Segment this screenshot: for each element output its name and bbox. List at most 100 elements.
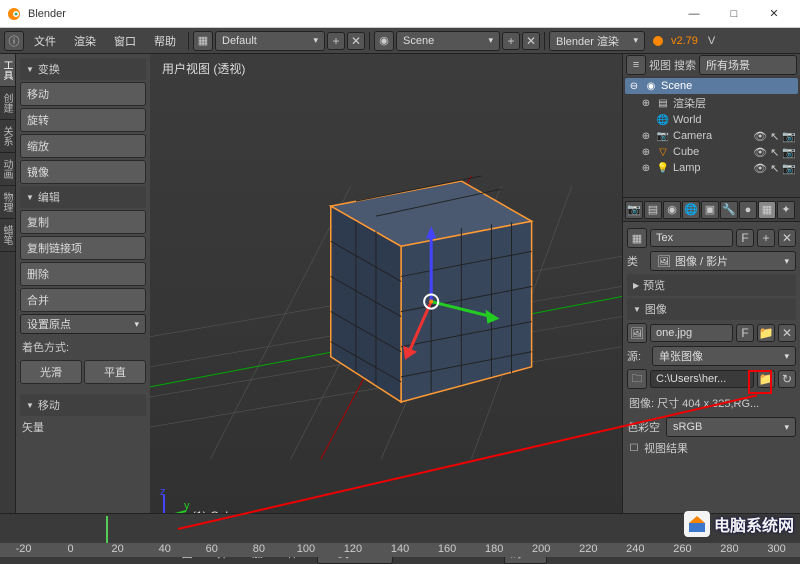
- set-origin-dropdown[interactable]: 设置原点▾: [20, 314, 146, 334]
- prop-tab-world[interactable]: 🌐: [682, 201, 700, 219]
- render-icon[interactable]: 📷: [782, 162, 796, 175]
- filepath-field[interactable]: C:\Users\her...: [650, 370, 754, 388]
- section-transform[interactable]: ▼变换: [20, 58, 146, 80]
- cursor-icon[interactable]: ↖: [770, 130, 779, 143]
- tool-tab-physics[interactable]: 物理: [0, 186, 15, 219]
- section-move[interactable]: ▼移动: [20, 394, 146, 416]
- mirror-button[interactable]: 镜像: [20, 160, 146, 184]
- info-icon[interactable]: ⓘ: [4, 31, 24, 51]
- prop-tab-render[interactable]: 📷: [625, 201, 643, 219]
- fake-user-button[interactable]: F: [736, 229, 754, 247]
- section-image[interactable]: ▼图像: [627, 298, 796, 320]
- eye-icon[interactable]: 👁: [753, 130, 767, 143]
- prop-tab-texture[interactable]: ▦: [758, 201, 776, 219]
- open-image-button[interactable]: 📁: [757, 324, 775, 342]
- section-preview[interactable]: ▶预览: [627, 274, 796, 296]
- cursor-icon[interactable]: ↖: [770, 146, 779, 159]
- tool-tab-grease[interactable]: 蜡笔: [0, 219, 15, 252]
- scene-dropdown[interactable]: Scene▾: [396, 31, 500, 51]
- tree-scene[interactable]: ⊖ ◉ Scene: [625, 78, 798, 94]
- texture-slot-icon[interactable]: ▦: [627, 228, 647, 248]
- tree-world[interactable]: 🌐 World: [625, 112, 798, 128]
- prop-tab-modifier[interactable]: 🔧: [720, 201, 738, 219]
- image-datablock-icon[interactable]: 🖼: [627, 323, 647, 343]
- prop-tab-material[interactable]: ●: [739, 201, 757, 219]
- prop-tab-object[interactable]: ▣: [701, 201, 719, 219]
- copy-link-button[interactable]: 复制链接项: [20, 236, 146, 260]
- 3d-view[interactable]: 用户视图 (透视): [150, 54, 622, 531]
- prop-tab-particle[interactable]: ✦: [777, 201, 795, 219]
- viewport-scene: [150, 54, 622, 531]
- source-dropdown[interactable]: 单张图像▾: [652, 346, 796, 366]
- flat-button[interactable]: 平直: [84, 360, 146, 384]
- timeline[interactable]: -200204060801001201401601802002202402602…: [0, 513, 800, 557]
- playhead[interactable]: [106, 516, 108, 543]
- tree-renderlayers[interactable]: ⊕ ▤ 渲染层: [625, 94, 798, 112]
- layout-remove-button[interactable]: ✕: [347, 32, 365, 50]
- outliner-filter-dropdown[interactable]: 所有场景: [699, 55, 797, 75]
- menu-help[interactable]: 帮助: [146, 30, 184, 52]
- colorspace-dropdown[interactable]: sRGB▾: [666, 417, 796, 437]
- tool-tab-tools[interactable]: 工具: [0, 54, 15, 87]
- layers-icon: ▤: [656, 96, 670, 110]
- tree-camera[interactable]: ⊕ 📷 Camera 👁↖📷: [625, 128, 798, 144]
- eye-icon[interactable]: 👁: [753, 146, 767, 159]
- blender-logo: [6, 6, 22, 22]
- image-fake-user-button[interactable]: F: [736, 324, 754, 342]
- menu-render[interactable]: 渲染: [66, 30, 104, 52]
- maximize-button[interactable]: □: [714, 0, 754, 28]
- section-edit[interactable]: ▼编辑: [20, 186, 146, 208]
- texture-remove-button[interactable]: ✕: [778, 229, 796, 247]
- scene-icon[interactable]: ◉: [374, 31, 394, 51]
- tool-tab-animation[interactable]: 动画: [0, 153, 15, 186]
- merge-button[interactable]: 合并: [20, 288, 146, 312]
- texture-type-dropdown[interactable]: 🖼 图像 / 影片▾: [650, 251, 796, 271]
- unlink-image-button[interactable]: ✕: [778, 324, 796, 342]
- layout-dropdown[interactable]: Default▾: [215, 31, 325, 51]
- plus-icon: ⊕: [639, 129, 653, 143]
- filepath-icon[interactable]: 🗀: [627, 369, 647, 389]
- delete-button[interactable]: 删除: [20, 262, 146, 286]
- layout-icon[interactable]: ▦: [193, 31, 213, 51]
- camera-icon: 📷: [656, 129, 670, 143]
- prop-tab-scene[interactable]: ◉: [663, 201, 681, 219]
- properties-panel: 📷 ▤ ◉ 🌐 ▣ 🔧 ● ▦ ✦ ▦ Tex F + ✕ 类: [623, 198, 800, 557]
- texture-name-field[interactable]: Tex: [650, 229, 733, 247]
- copy-button[interactable]: 复制: [20, 210, 146, 234]
- engine-dropdown[interactable]: Blender 渲染▾: [549, 31, 645, 51]
- smooth-button[interactable]: 光滑: [20, 360, 82, 384]
- image-type-icon: 🖼: [657, 255, 671, 268]
- eye-icon[interactable]: 👁: [753, 162, 767, 175]
- outliner-search[interactable]: 搜索: [674, 57, 696, 73]
- svg-text:z: z: [160, 489, 166, 498]
- tool-tab-create[interactable]: 创建: [0, 87, 15, 120]
- tool-panel: ▼变换 移动 旋转 缩放 镜像 ▼编辑 复制 复制链接项 删除 合并 设置原点▾…: [16, 54, 150, 557]
- cube-object: [331, 176, 532, 402]
- tool-tab-relations[interactable]: 关系: [0, 120, 15, 153]
- rotate-button[interactable]: 旋转: [20, 108, 146, 132]
- move-button[interactable]: 移动: [20, 82, 146, 106]
- menu-file[interactable]: 文件: [26, 30, 64, 52]
- minimize-button[interactable]: —: [674, 0, 714, 28]
- reload-button[interactable]: ↻: [778, 370, 796, 388]
- lamp-icon: 💡: [656, 161, 670, 175]
- cursor-icon[interactable]: ↖: [770, 162, 779, 175]
- scene-add-button[interactable]: +: [502, 32, 520, 50]
- outliner-view[interactable]: 视图: [649, 57, 671, 73]
- scale-button[interactable]: 缩放: [20, 134, 146, 158]
- tree-cube[interactable]: ⊕ ▽ Cube 👁↖📷: [625, 144, 798, 160]
- close-button[interactable]: ✕: [754, 0, 794, 28]
- texture-add-button[interactable]: +: [757, 229, 775, 247]
- prop-tab-layers[interactable]: ▤: [644, 201, 662, 219]
- outliner-editor-icon[interactable]: ≡: [626, 55, 646, 75]
- tool-tabs: 工具 创建 关系 动画 物理 蜡笔: [0, 54, 16, 557]
- menu-window[interactable]: 窗口: [106, 30, 144, 52]
- shading-label: 着色方式:: [20, 336, 146, 358]
- render-icon[interactable]: 📷: [782, 146, 796, 159]
- layout-add-button[interactable]: +: [327, 32, 345, 50]
- tree-lamp[interactable]: ⊕ 💡 Lamp 👁↖📷: [625, 160, 798, 176]
- version-suffix: V: [704, 35, 719, 47]
- scene-remove-button[interactable]: ✕: [522, 32, 540, 50]
- render-icon[interactable]: 📷: [782, 130, 796, 143]
- image-name-field[interactable]: one.jpg: [650, 324, 733, 342]
